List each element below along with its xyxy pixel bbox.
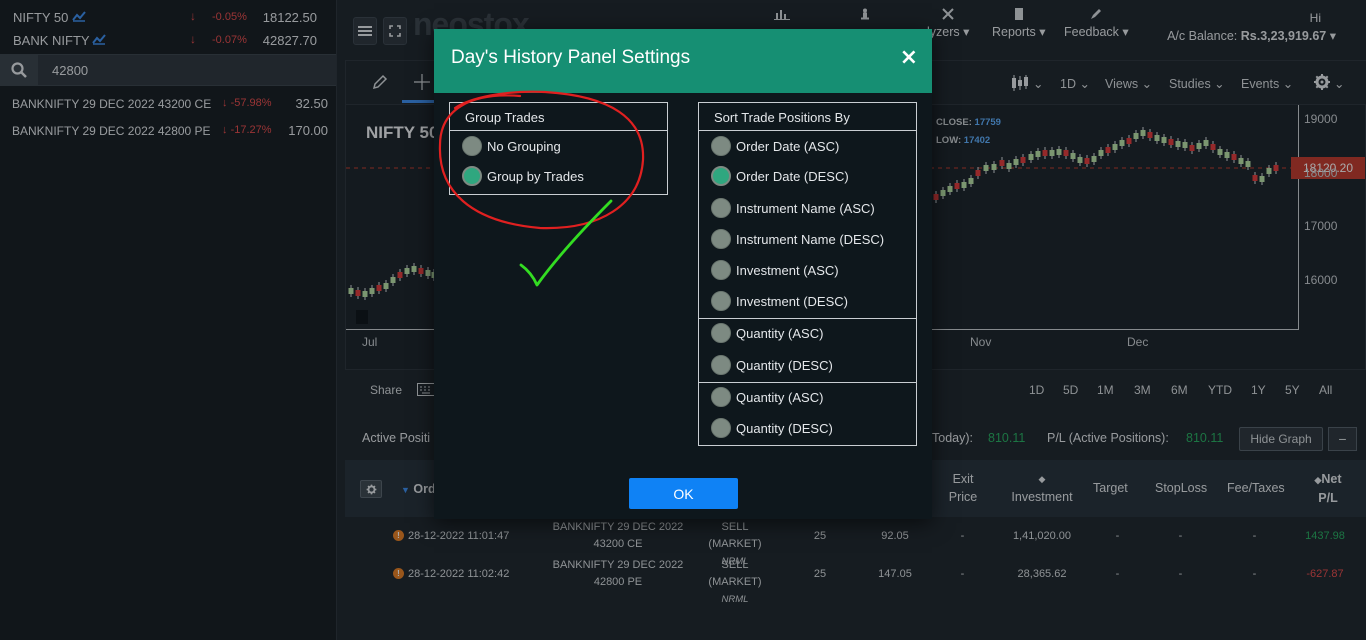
radio-circle[interactable] bbox=[711, 355, 731, 375]
radio-instrument-asc[interactable]: Instrument Name (ASC) bbox=[711, 196, 875, 220]
radio-quantity-asc[interactable]: Quantity (ASC) bbox=[711, 321, 823, 345]
divider bbox=[699, 318, 916, 319]
radio-no-grouping[interactable]: No Grouping bbox=[462, 134, 561, 158]
radio-circle[interactable] bbox=[711, 291, 731, 311]
radio-group-by-trades[interactable]: Group by Trades bbox=[462, 164, 584, 188]
radio-order-date-desc[interactable]: Order Date (DESC) bbox=[711, 164, 849, 188]
radio-circle-selected[interactable] bbox=[462, 166, 482, 186]
radio-circle[interactable] bbox=[711, 136, 731, 156]
radio-circle[interactable] bbox=[711, 323, 731, 343]
radio-label: Order Date (DESC) bbox=[736, 168, 849, 184]
history-settings-dialog: Day's History Panel Settings × Group Tra… bbox=[434, 29, 932, 519]
ok-button[interactable]: OK bbox=[629, 478, 738, 509]
radio-label: Instrument Name (DESC) bbox=[736, 231, 885, 247]
group-trades-box: Group Trades No Grouping Group by Trades bbox=[449, 102, 668, 195]
radio-label: Instrument Name (ASC) bbox=[736, 200, 875, 216]
radio-label: No Grouping bbox=[487, 138, 561, 154]
sort-positions-title: Sort Trade Positions By bbox=[699, 103, 916, 131]
radio-investment-asc[interactable]: Investment (ASC) bbox=[711, 258, 839, 282]
radio-label: Quantity (ASC) bbox=[736, 325, 824, 341]
radio-quantity-asc-2[interactable]: Quantity (ASC) bbox=[711, 385, 823, 409]
dialog-title: Day's History Panel Settings bbox=[451, 47, 691, 68]
divider bbox=[699, 382, 916, 383]
radio-label: Order Date (ASC) bbox=[736, 138, 840, 154]
close-button[interactable]: × bbox=[900, 45, 918, 70]
radio-circle[interactable] bbox=[711, 418, 731, 438]
radio-label: Group by Trades bbox=[487, 168, 584, 184]
radio-label: Quantity (DESC) bbox=[736, 357, 833, 373]
group-trades-title: Group Trades bbox=[450, 103, 667, 131]
radio-label: Quantity (ASC) bbox=[736, 389, 824, 405]
dialog-header: Day's History Panel Settings × bbox=[434, 29, 932, 93]
radio-circle[interactable] bbox=[711, 198, 731, 218]
radio-circle[interactable] bbox=[711, 229, 731, 249]
radio-quantity-desc-2[interactable]: Quantity (DESC) bbox=[711, 416, 833, 440]
radio-quantity-desc[interactable]: Quantity (DESC) bbox=[711, 353, 833, 377]
radio-investment-desc[interactable]: Investment (DESC) bbox=[711, 289, 848, 313]
sort-positions-box: Sort Trade Positions By Order Date (ASC)… bbox=[698, 102, 917, 446]
radio-label: Investment (DESC) bbox=[736, 293, 848, 309]
radio-circle[interactable] bbox=[711, 260, 731, 280]
radio-circle-selected[interactable] bbox=[711, 166, 731, 186]
radio-circle[interactable] bbox=[462, 136, 482, 156]
radio-label: Quantity (DESC) bbox=[736, 420, 833, 436]
radio-order-date-asc[interactable]: Order Date (ASC) bbox=[711, 134, 839, 158]
radio-circle[interactable] bbox=[711, 387, 731, 407]
radio-label: Investment (ASC) bbox=[736, 262, 839, 278]
radio-instrument-desc[interactable]: Instrument Name (DESC) bbox=[711, 227, 884, 251]
